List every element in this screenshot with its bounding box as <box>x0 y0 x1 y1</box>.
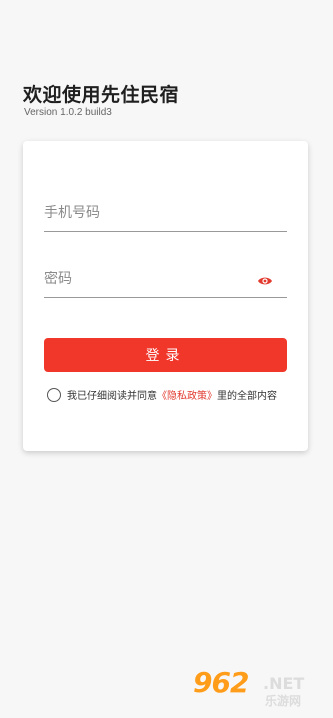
watermark-logo: 962 .NET 乐游网 <box>193 664 325 712</box>
watermark-site: 乐游网 <box>265 694 302 708</box>
agreement-suffix: 里的全部内容 <box>217 391 277 402</box>
phone-field <box>44 191 287 232</box>
eye-icon[interactable] <box>257 272 273 285</box>
login-card: 登录 我已仔细阅读并同意 《隐私政策》 里的全部内容 <box>23 141 308 451</box>
watermark-number: 962 <box>193 666 249 699</box>
privacy-policy-link[interactable]: 《隐私政策》 <box>157 387 217 402</box>
watermark-net: .NET <box>263 674 305 693</box>
agreement-prefix: 我已仔细阅读并同意 <box>67 391 157 402</box>
agreement-row: 我已仔细阅读并同意 《隐私政策》 里的全部内容 <box>47 387 277 402</box>
password-field <box>44 257 287 298</box>
version-label: Version 1.0.2 build3 <box>24 107 112 118</box>
login-page: 欢迎使用先住民宿 Version 1.0.2 build3 登录 我已仔细阅读并… <box>0 0 333 718</box>
phone-input[interactable] <box>44 205 244 221</box>
login-button[interactable]: 登录 <box>44 338 287 372</box>
radio-unchecked-icon[interactable] <box>47 387 61 402</box>
password-input[interactable] <box>44 271 244 287</box>
page-title: 欢迎使用先住民宿 <box>23 84 180 106</box>
